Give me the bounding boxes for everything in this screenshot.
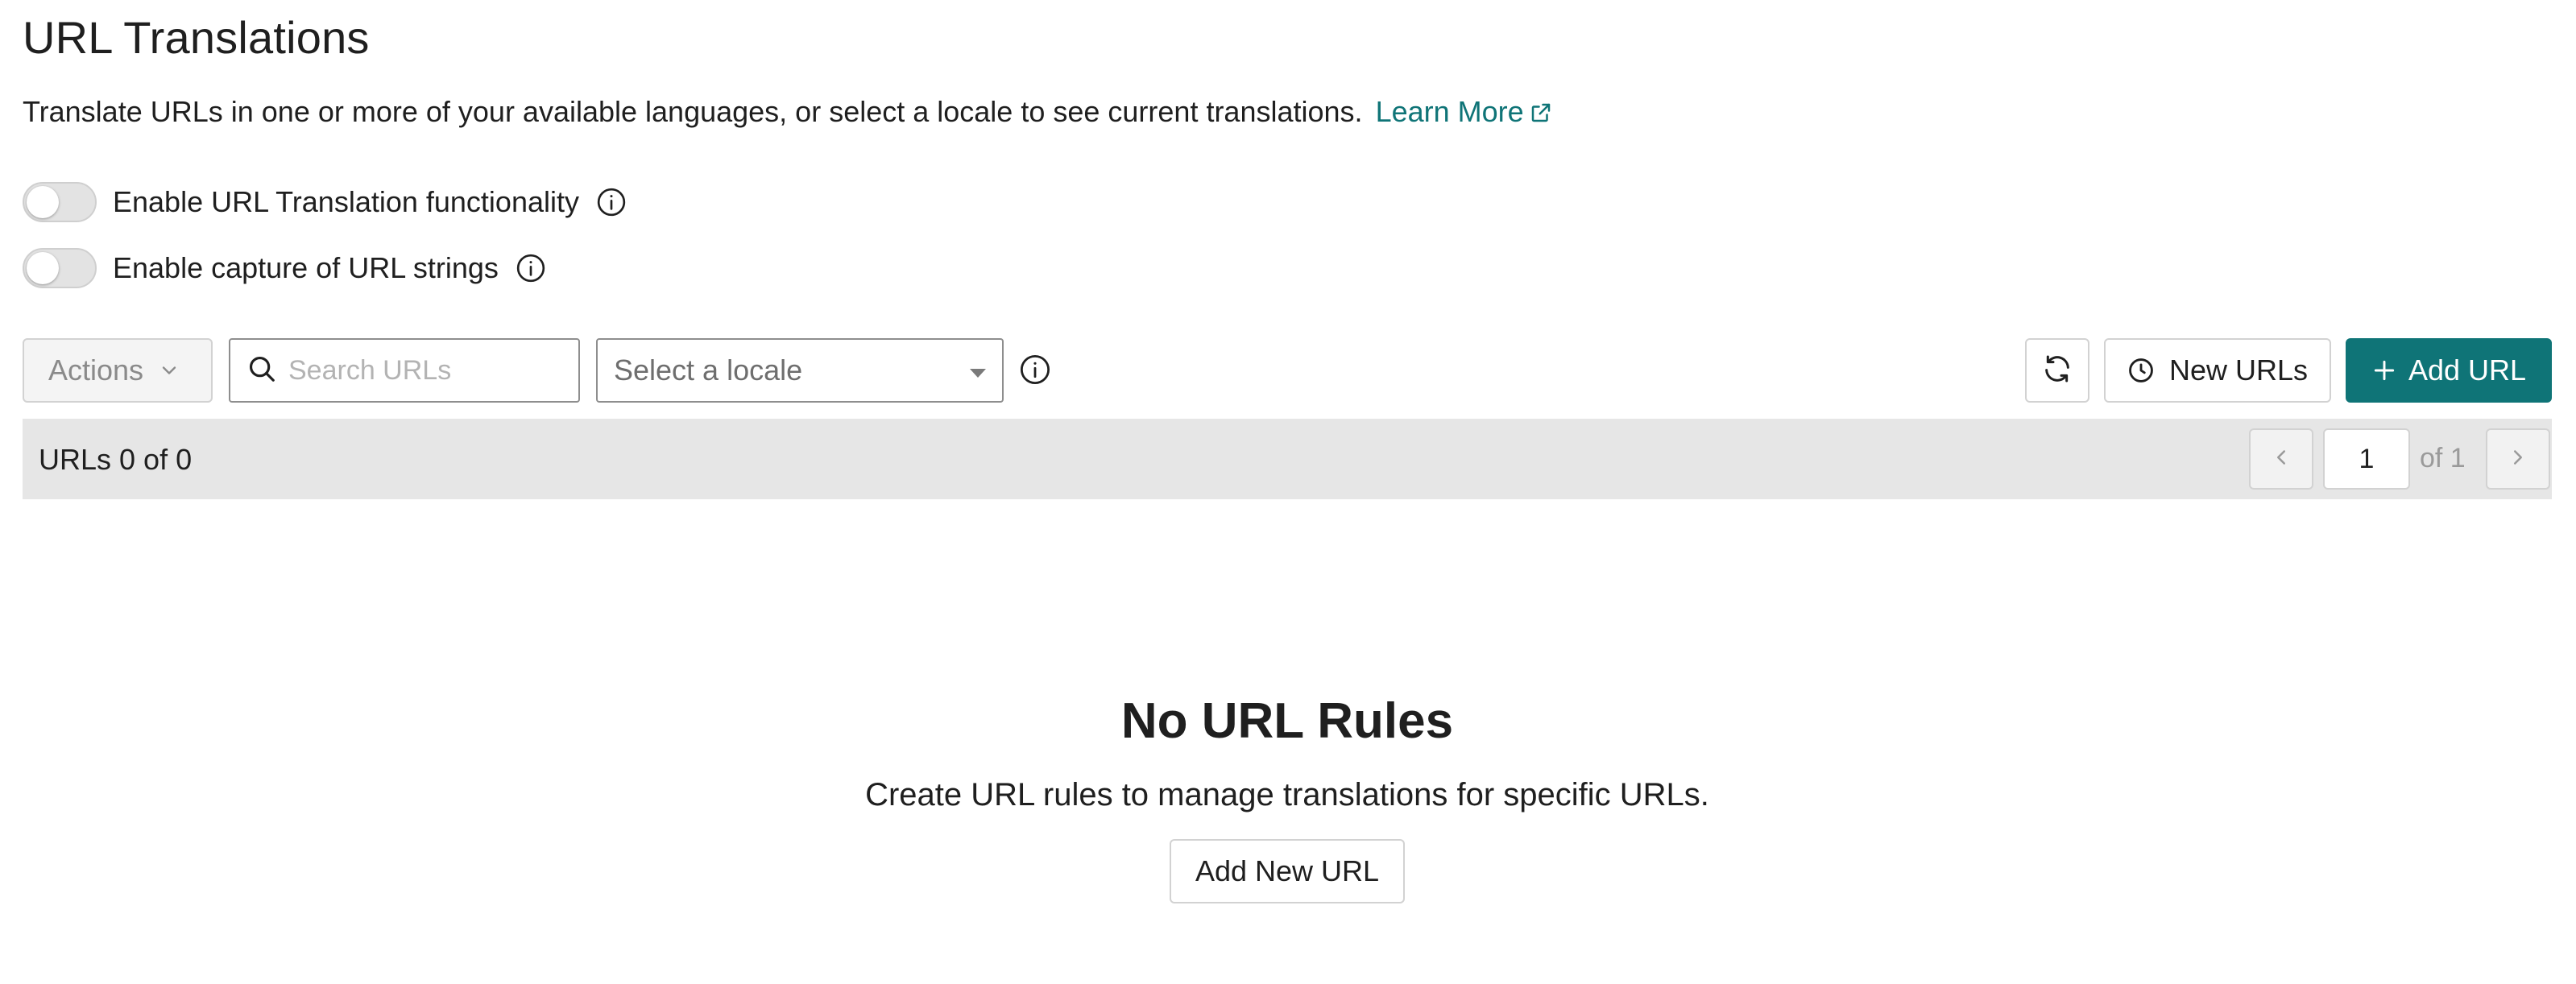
locale-select[interactable]: Select a locale: [596, 338, 1004, 403]
dropdown-caret-icon: [970, 369, 986, 378]
empty-state-description: Create URL rules to manage translations …: [865, 777, 1709, 812]
chevron-right-icon: [2506, 445, 2530, 473]
toggle-row-url-translation: Enable URL Translation functionality: [23, 182, 627, 222]
plus-icon: [2371, 358, 2397, 383]
search-input[interactable]: [288, 354, 554, 387]
learn-more-label: Learn More: [1375, 95, 1524, 128]
url-translation-toggle-label: Enable URL Translation functionality: [113, 185, 579, 218]
locale-select-value: Select a locale: [614, 353, 803, 387]
add-new-url-button[interactable]: Add New URL: [1169, 839, 1406, 903]
url-capture-toggle[interactable]: [23, 248, 97, 288]
empty-state: No URL Rules Create URL rules to manage …: [23, 693, 2552, 903]
add-url-button-label: Add URL: [2408, 353, 2527, 387]
search-icon: [246, 353, 277, 388]
url-capture-toggle-label: Enable capture of URL strings: [113, 251, 499, 284]
search-box: [229, 338, 580, 403]
chevron-down-icon: [158, 359, 180, 382]
new-urls-button[interactable]: New URLs: [2104, 338, 2331, 403]
next-page-button[interactable]: [2486, 428, 2550, 490]
list-header: URLs 0 of 0 1 of 1: [23, 419, 2552, 499]
toolbar: Actions Select a locale New URLs Add URL: [23, 338, 2552, 403]
actions-button[interactable]: Actions: [23, 338, 213, 403]
previous-page-button[interactable]: [2249, 428, 2313, 490]
page-title: URL Translations: [23, 12, 370, 63]
page-number-input[interactable]: 1: [2323, 428, 2410, 490]
page-total: of 1: [2420, 443, 2466, 473]
toggle-knob: [27, 186, 59, 218]
toggle-knob: [27, 252, 59, 284]
learn-more-link[interactable]: Learn More: [1376, 95, 1553, 128]
empty-state-title: No URL Rules: [1120, 693, 1454, 749]
refresh-icon: [2041, 353, 2073, 389]
add-url-button[interactable]: Add URL: [2346, 338, 2552, 403]
actions-button-label: Actions: [48, 353, 144, 387]
toggle-row-url-capture: Enable capture of URL strings: [23, 248, 547, 288]
url-count: URLs 0 of 0: [39, 443, 193, 476]
info-icon[interactable]: [1018, 353, 1052, 391]
new-urls-button-label: New URLs: [2168, 353, 2309, 387]
page-description-text: Translate URLs in one or more of your av…: [23, 95, 1363, 128]
url-translation-toggle[interactable]: [23, 182, 97, 222]
clock-icon: [2127, 357, 2155, 384]
external-link-icon: [1529, 98, 1553, 132]
page-description: Translate URLs in one or more of your av…: [23, 95, 1553, 132]
info-icon[interactable]: [515, 252, 547, 284]
info-icon[interactable]: [595, 186, 627, 218]
chevron-left-icon: [2269, 445, 2293, 473]
refresh-button[interactable]: [2025, 338, 2089, 403]
